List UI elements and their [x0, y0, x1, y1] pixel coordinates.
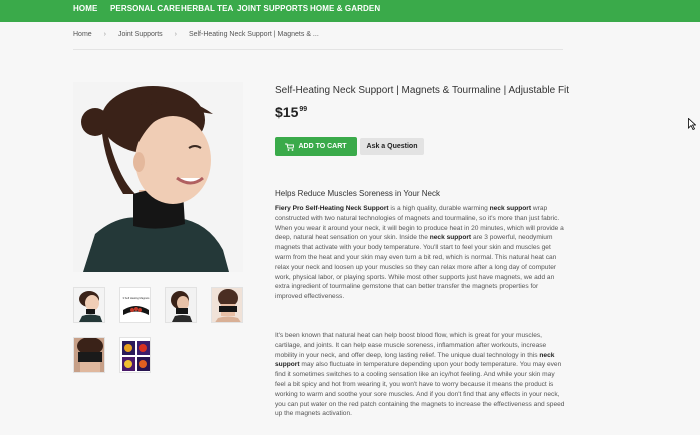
breadcrumb-joint-supports[interactable]: Joint Supports	[118, 31, 163, 38]
thumbnail-caption: 3 Self Heating Magnets	[123, 296, 151, 300]
thumbnail-3[interactable]	[165, 287, 197, 323]
heat-map-thumbnail	[120, 338, 150, 372]
woman-neck-support-thumbnail	[74, 288, 104, 322]
description-heading: Helps Reduce Muscles Soreness in Your Ne…	[275, 189, 440, 198]
mouse-cursor-icon	[688, 118, 696, 130]
neck-back-thumbnail	[212, 288, 242, 322]
thumbnail-1[interactable]	[73, 287, 105, 323]
thumbnail-4[interactable]	[211, 287, 243, 323]
description-paragraph-2: It's been known that natural heat can he…	[275, 331, 565, 419]
add-to-cart-button[interactable]: ADD TO CART	[275, 137, 357, 156]
breadcrumb-home[interactable]: Home	[73, 31, 92, 38]
price-cents: 99	[299, 106, 308, 113]
product-title: Self-Heating Neck Support | Magnets & To…	[275, 85, 570, 96]
bold-text: neck support	[429, 234, 472, 242]
thumbnail-2[interactable]: 3 Self Heating Magnets	[119, 287, 151, 323]
woman-wearing-neck-support-image	[73, 82, 243, 272]
product-price: $1599	[275, 104, 307, 120]
breadcrumb: Home › Joint Supports › Self-Heating Nec…	[73, 31, 319, 38]
thumbnail-5[interactable]	[73, 337, 105, 373]
breadcrumb-current: Self-Heating Neck Support | Magnets & ..…	[188, 31, 319, 38]
bold-text: Fiery Pro Self-Heating Neck Support	[275, 205, 389, 212]
cart-icon	[285, 143, 295, 151]
paragraph-text: It's been known that natural heat can he…	[275, 332, 547, 359]
chevron-right-icon: ›	[174, 31, 177, 38]
nav-joint-supports[interactable]: JOINT SUPPORTS	[237, 4, 308, 13]
nav-personal-care[interactable]: PERSONAL CARE	[110, 4, 181, 13]
paragraph-text: are 3 powerful, neodymium magnets that a…	[275, 234, 557, 301]
add-to-cart-label: ADD TO CART	[298, 143, 347, 150]
neck-support-product-thumbnail: 3 Self Heating Magnets	[120, 288, 151, 322]
ask-question-button[interactable]: Ask a Question	[360, 138, 424, 155]
nav-herbal-tea[interactable]: HERBAL TEA	[181, 4, 233, 13]
price-main: $15	[275, 104, 299, 120]
nav-home-garden[interactable]: HOME & GARDEN	[310, 4, 380, 13]
paragraph-text: may also fluctuate in temperature depend…	[275, 361, 565, 418]
bold-text: neck support	[489, 205, 532, 212]
divider	[73, 49, 563, 50]
neck-back-closeup-thumbnail	[74, 338, 104, 372]
woman-neck-support-side-thumbnail	[166, 288, 196, 322]
paragraph-text: is a high quality, durable warming	[388, 205, 490, 212]
description-paragraph-1: Fiery Pro Self-Heating Neck Support is a…	[275, 204, 565, 302]
chevron-right-icon: ›	[103, 31, 106, 38]
top-navigation: HOME PERSONAL CARE HERBAL TEA JOINT SUPP…	[0, 0, 700, 22]
thumbnail-6[interactable]	[119, 337, 151, 373]
product-main-image[interactable]	[73, 82, 243, 272]
nav-home[interactable]: HOME	[73, 4, 97, 13]
